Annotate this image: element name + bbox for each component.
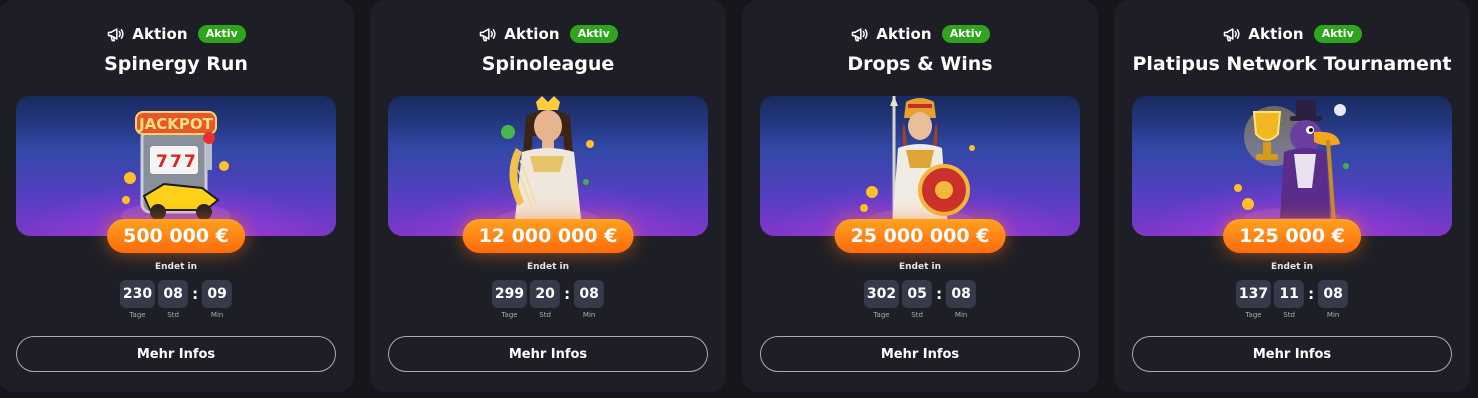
megaphone-icon bbox=[850, 24, 870, 44]
promotion-banner[interactable] bbox=[388, 96, 708, 236]
ends-in-label: Endet in bbox=[154, 262, 198, 272]
hours-label: Std bbox=[167, 311, 179, 319]
status-badge: Aktiv bbox=[197, 25, 246, 43]
promotion-type-label: Aktion bbox=[504, 25, 560, 43]
promotions-grid: Aktion Aktiv Spinergy Run JACKPOT 7 7 7 bbox=[0, 0, 1478, 398]
promotion-banner[interactable]: JACKPOT 7 7 7 bbox=[16, 96, 336, 236]
promotion-card: Aktion Aktiv Platipus Network Tournament bbox=[1114, 0, 1470, 392]
promotion-header: Aktion Aktiv bbox=[0, 22, 354, 46]
promotion-card: Aktion Aktiv Drops & Wins 25 000 000 € E… bbox=[742, 0, 1098, 392]
more-info-button[interactable]: Mehr Infos bbox=[16, 336, 336, 372]
days-label: Tage bbox=[873, 311, 890, 319]
hours-value: 08 bbox=[158, 280, 189, 308]
days-value: 299 bbox=[491, 280, 528, 308]
countdown-days: 137 Tage bbox=[1235, 280, 1272, 319]
minutes-value: 08 bbox=[1318, 280, 1349, 308]
timer-separator: : bbox=[1308, 285, 1315, 303]
hours-label: Std bbox=[539, 311, 551, 319]
promotion-title: Drops & Wins bbox=[847, 53, 993, 75]
countdown-hours: 20 Std bbox=[530, 280, 561, 319]
ends-in-label: Endet in bbox=[1270, 262, 1314, 272]
ends-in-label: Endet in bbox=[526, 262, 570, 272]
minutes-label: Min bbox=[210, 311, 224, 319]
countdown-timer: 299 Tage 20 Std : 08 Min bbox=[491, 280, 605, 319]
countdown-days: 230 Tage bbox=[119, 280, 156, 319]
platypus-trophy-art bbox=[1234, 100, 1349, 232]
promotion-card: Aktion Aktiv Spinergy Run JACKPOT 7 7 7 bbox=[0, 0, 354, 392]
prize-amount: 125 000 € bbox=[1223, 219, 1361, 253]
hours-value: 11 bbox=[1274, 280, 1305, 308]
prize-amount: 25 000 000 € bbox=[834, 219, 1006, 253]
megaphone-icon bbox=[106, 24, 126, 44]
minutes-label: Min bbox=[582, 311, 596, 319]
minutes-label: Min bbox=[954, 311, 968, 319]
countdown-hours: 05 Std bbox=[902, 280, 933, 319]
days-value: 302 bbox=[863, 280, 900, 308]
hours-label: Std bbox=[1283, 311, 1295, 319]
countdown-timer: 137 Tage 11 Std : 08 Min bbox=[1235, 280, 1349, 319]
countdown-timer: 302 Tage 05 Std : 08 Min bbox=[863, 280, 977, 319]
promotion-type-label: Aktion bbox=[876, 25, 932, 43]
status-badge: Aktiv bbox=[569, 25, 618, 43]
svg-text:7: 7 bbox=[184, 152, 196, 172]
days-label: Tage bbox=[1245, 311, 1262, 319]
promotion-title: Platipus Network Tournament bbox=[1132, 53, 1452, 75]
promotion-title: Spinoleague bbox=[481, 53, 615, 75]
days-label: Tage bbox=[129, 311, 146, 319]
minutes-label: Min bbox=[1326, 311, 1340, 319]
ends-in-label: Endet in bbox=[898, 262, 942, 272]
days-value: 230 bbox=[119, 280, 156, 308]
countdown-timer: 230 Tage 08 Std : 09 Min bbox=[119, 280, 233, 319]
more-info-button[interactable]: Mehr Infos bbox=[388, 336, 708, 372]
promotion-banner[interactable] bbox=[1132, 96, 1452, 236]
days-label: Tage bbox=[501, 311, 518, 319]
countdown-hours: 08 Std bbox=[158, 280, 189, 319]
svg-text:7: 7 bbox=[170, 152, 182, 172]
minutes-value: 08 bbox=[946, 280, 977, 308]
warrior-goddess-art bbox=[860, 96, 975, 232]
status-badge: Aktiv bbox=[1313, 25, 1362, 43]
countdown-minutes: 08 Min bbox=[946, 280, 977, 319]
prize-amount: 12 000 000 € bbox=[462, 219, 634, 253]
hours-label: Std bbox=[911, 311, 923, 319]
megaphone-icon bbox=[1222, 24, 1242, 44]
countdown-days: 299 Tage bbox=[491, 280, 528, 319]
hours-value: 05 bbox=[902, 280, 933, 308]
timer-separator: : bbox=[936, 285, 943, 303]
days-value: 137 bbox=[1235, 280, 1272, 308]
promotion-header: Aktion Aktiv bbox=[1114, 22, 1470, 46]
jackpot-slot-machine-art: JACKPOT 7 7 7 bbox=[121, 111, 231, 230]
hours-value: 20 bbox=[530, 280, 561, 308]
minutes-value: 09 bbox=[202, 280, 233, 308]
svg-text:JACKPOT: JACKPOT bbox=[138, 115, 214, 133]
promotion-header: Aktion Aktiv bbox=[742, 22, 1098, 46]
countdown-minutes: 08 Min bbox=[1318, 280, 1349, 319]
minutes-value: 08 bbox=[574, 280, 605, 308]
countdown-minutes: 08 Min bbox=[574, 280, 605, 319]
more-info-button[interactable]: Mehr Infos bbox=[1132, 336, 1452, 372]
countdown-hours: 11 Std bbox=[1274, 280, 1305, 319]
promotion-type-label: Aktion bbox=[132, 25, 188, 43]
svg-text:7: 7 bbox=[156, 152, 168, 172]
promotion-banner[interactable] bbox=[760, 96, 1080, 236]
promotion-type-label: Aktion bbox=[1248, 25, 1304, 43]
countdown-minutes: 09 Min bbox=[202, 280, 233, 319]
goddess-harp-art bbox=[496, 96, 600, 232]
promotion-card: Aktion Aktiv Spinoleague 12 000 000 € En… bbox=[370, 0, 726, 392]
timer-separator: : bbox=[564, 285, 571, 303]
megaphone-icon bbox=[478, 24, 498, 44]
timer-separator: : bbox=[192, 285, 199, 303]
promotion-title: Spinergy Run bbox=[104, 53, 248, 75]
more-info-button[interactable]: Mehr Infos bbox=[760, 336, 1080, 372]
promotion-header: Aktion Aktiv bbox=[370, 22, 726, 46]
countdown-days: 302 Tage bbox=[863, 280, 900, 319]
prize-amount: 500 000 € bbox=[107, 219, 245, 253]
status-badge: Aktiv bbox=[941, 25, 990, 43]
